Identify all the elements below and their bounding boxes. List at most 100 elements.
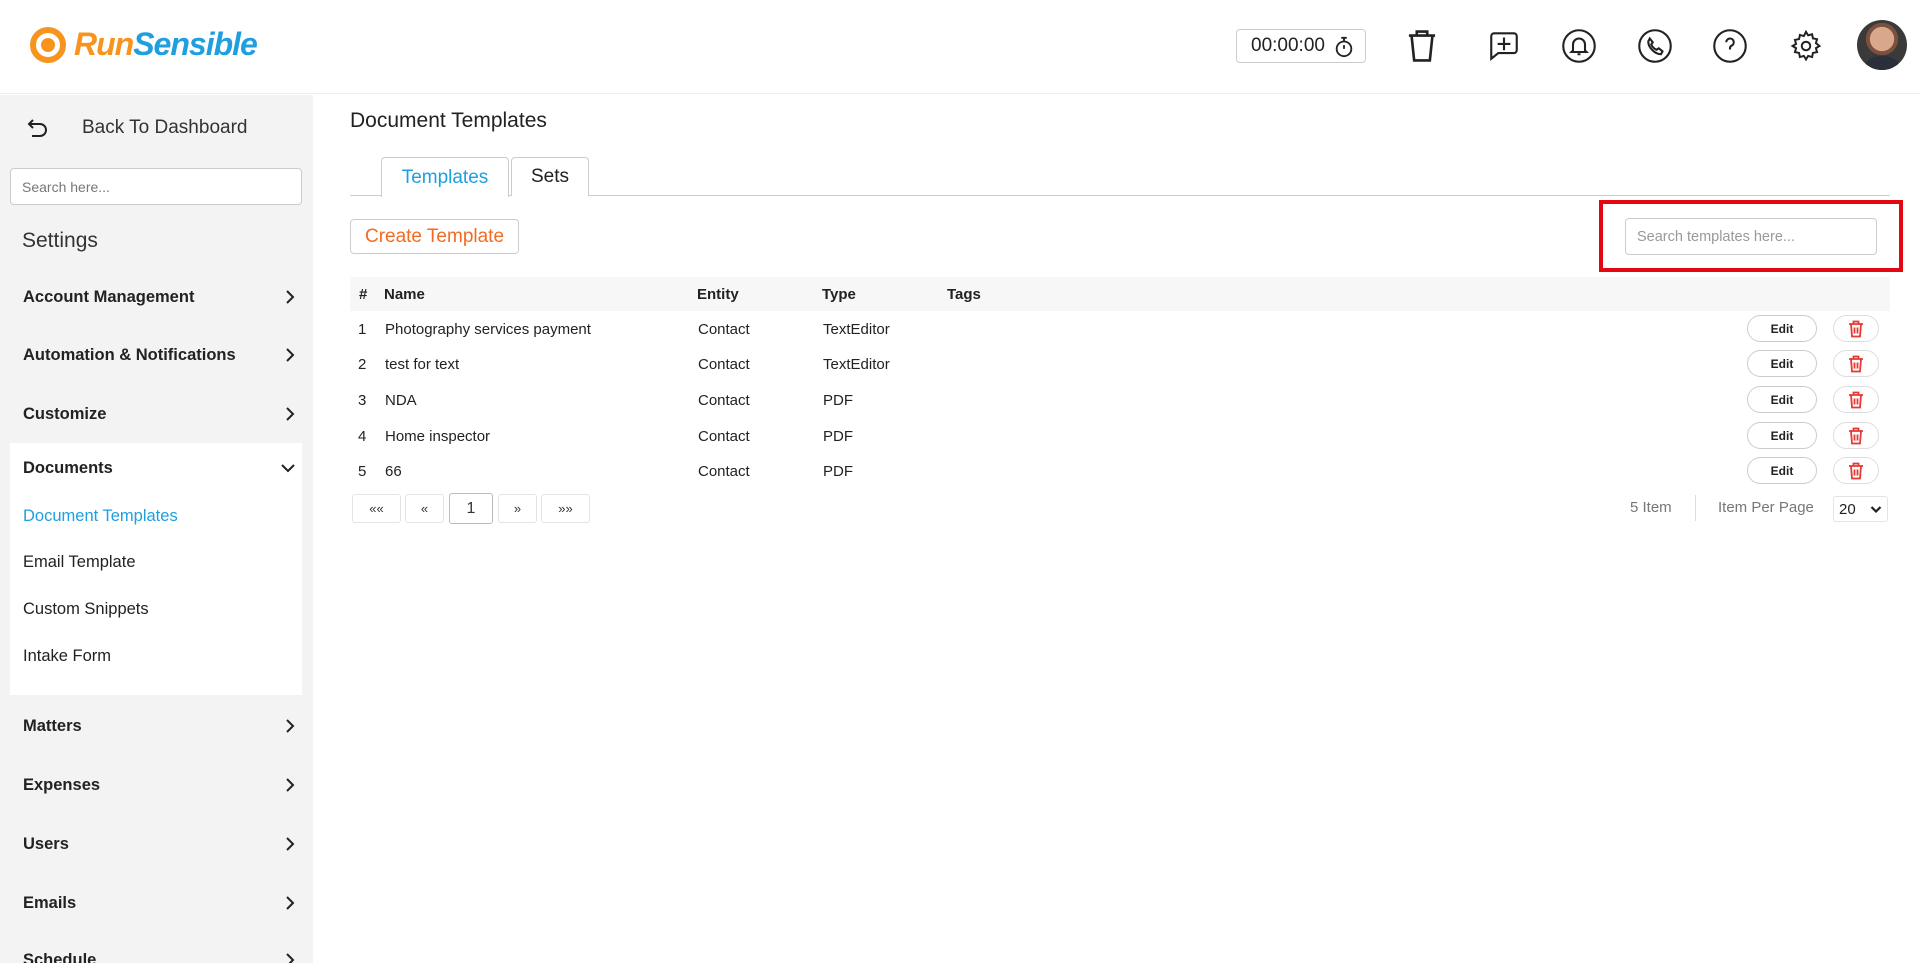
logo-icon	[30, 26, 66, 63]
sidebar-item-schedule[interactable]: Schedule	[23, 945, 295, 963]
sidebar-subitem-custom-snippets[interactable]: Custom Snippets	[23, 600, 149, 619]
edit-button[interactable]: Edit	[1747, 457, 1817, 484]
phone-icon	[1638, 29, 1672, 63]
edit-button[interactable]: Edit	[1747, 386, 1817, 413]
sidebar-item-matters[interactable]: Matters	[23, 711, 295, 741]
delete-button[interactable]	[1833, 315, 1879, 342]
first-page-button[interactable]: ««	[352, 494, 401, 523]
column-header-entity: Entity	[697, 286, 739, 303]
trash-icon	[1849, 391, 1863, 408]
template-type: TextEditor	[823, 321, 890, 338]
row-number: 2	[358, 356, 367, 373]
chevron-right-icon	[286, 953, 295, 963]
stopwatch-icon	[1335, 36, 1353, 58]
timer-widget[interactable]: 00:00:00	[1236, 29, 1366, 63]
last-page-button[interactable]: »»	[541, 494, 590, 523]
sidebar-item-account-management[interactable]: Account Management	[23, 282, 295, 312]
edit-button[interactable]: Edit	[1747, 350, 1817, 377]
chevron-down-icon	[281, 464, 295, 473]
delete-button[interactable]	[1833, 422, 1879, 449]
create-template-button[interactable]: Create Template	[350, 219, 519, 254]
settings-sidebar: Back To Dashboard Settings Account Manag…	[0, 95, 313, 963]
row-number: 4	[358, 428, 367, 445]
column-header-tags: Tags	[947, 286, 981, 303]
documents-section: Documents Document Templates Email Templ…	[10, 443, 302, 695]
chevron-right-icon	[286, 837, 295, 851]
chevron-right-icon	[286, 719, 295, 733]
timer-value: 00:00:00	[1251, 35, 1325, 56]
sidebar-item-expenses[interactable]: Expenses	[23, 770, 295, 800]
row-number: 1	[358, 321, 367, 338]
template-type: PDF	[823, 392, 853, 409]
sidebar-item-customize[interactable]: Customize	[23, 399, 295, 429]
template-entity: Contact	[698, 356, 750, 373]
edit-button[interactable]: Edit	[1747, 315, 1817, 342]
chevron-right-icon	[286, 407, 295, 421]
chat-plus-icon	[1490, 32, 1518, 61]
phone-button[interactable]	[1636, 27, 1674, 65]
template-entity: Contact	[698, 321, 750, 338]
help-icon	[1713, 29, 1747, 63]
column-header-type: Type	[822, 286, 856, 303]
trash-icon	[1849, 427, 1863, 444]
tab-sets[interactable]: Sets	[511, 157, 589, 196]
trash-icon	[1849, 320, 1863, 337]
sidebar-item-users[interactable]: Users	[23, 829, 295, 859]
table-row: 4 Home inspector Contact PDF Edit	[350, 419, 1890, 454]
prev-page-button[interactable]: «	[405, 494, 444, 523]
back-to-dashboard-label: Back To Dashboard	[82, 117, 248, 138]
help-button[interactable]	[1711, 27, 1749, 65]
tab-templates[interactable]: Templates	[381, 157, 509, 197]
sidebar-subitem-document-templates[interactable]: Document Templates	[23, 507, 178, 526]
next-page-button[interactable]: »	[498, 494, 537, 523]
trash-icon	[1849, 355, 1863, 372]
trash-icon	[1408, 30, 1436, 62]
table-header: # Name Entity Type Tags	[350, 277, 1890, 311]
chevron-right-icon	[286, 290, 295, 304]
template-name: Home inspector	[385, 428, 491, 445]
sidebar-subitem-email-template[interactable]: Email Template	[23, 553, 136, 572]
add-task-button[interactable]	[1485, 27, 1523, 65]
chevron-right-icon	[286, 896, 295, 910]
runsensible-logo[interactable]: RunSensible	[30, 26, 258, 63]
template-name: test for text	[385, 356, 460, 373]
top-header: RunSensible 00:00:00	[0, 0, 1920, 94]
delete-button[interactable]	[1833, 386, 1879, 413]
settings-button[interactable]	[1787, 27, 1825, 65]
pagination-divider	[1695, 495, 1696, 521]
template-search-input[interactable]	[1625, 218, 1877, 255]
sidebar-search-input[interactable]	[10, 168, 302, 205]
back-to-dashboard-link[interactable]: Back To Dashboard	[26, 117, 247, 139]
template-entity: Contact	[698, 392, 750, 409]
sidebar-item-emails[interactable]: Emails	[23, 888, 295, 918]
sidebar-subitem-intake-form[interactable]: Intake Form	[23, 647, 111, 666]
table-row: 5 66 Contact PDF Edit	[350, 454, 1890, 489]
row-number: 5	[358, 463, 367, 480]
delete-button[interactable]	[1833, 350, 1879, 377]
sidebar-item-automation-notifications[interactable]: Automation & Notifications	[23, 340, 295, 370]
per-page-label: Item Per Page	[1718, 499, 1814, 516]
notifications-button[interactable]	[1560, 27, 1598, 65]
template-name: Photography services payment	[385, 321, 591, 338]
template-type: PDF	[823, 428, 853, 445]
delete-button[interactable]	[1833, 457, 1879, 484]
table-row: 2 test for text Contact TextEditor Edit	[350, 347, 1890, 382]
user-avatar[interactable]	[1857, 20, 1907, 70]
sidebar-item-documents[interactable]: Documents	[23, 453, 295, 483]
per-page-select[interactable]: 20	[1833, 496, 1888, 522]
per-page-value: 20	[1839, 500, 1856, 518]
template-entity: Contact	[698, 463, 750, 480]
row-number: 3	[358, 392, 367, 409]
sidebar-title: Settings	[22, 229, 98, 252]
gear-icon	[1790, 29, 1822, 62]
bell-icon	[1562, 29, 1596, 63]
edit-button[interactable]: Edit	[1747, 422, 1817, 449]
column-header-number: #	[359, 286, 368, 303]
template-name: NDA	[385, 392, 417, 409]
trash-header-button[interactable]	[1403, 27, 1441, 65]
current-page-button[interactable]: 1	[449, 493, 493, 524]
logo-text-sensible: Sensible	[133, 26, 258, 62]
template-name: 66	[385, 463, 402, 480]
column-header-name: Name	[384, 286, 425, 303]
table-row: 3 NDA Contact PDF Edit	[350, 383, 1890, 418]
